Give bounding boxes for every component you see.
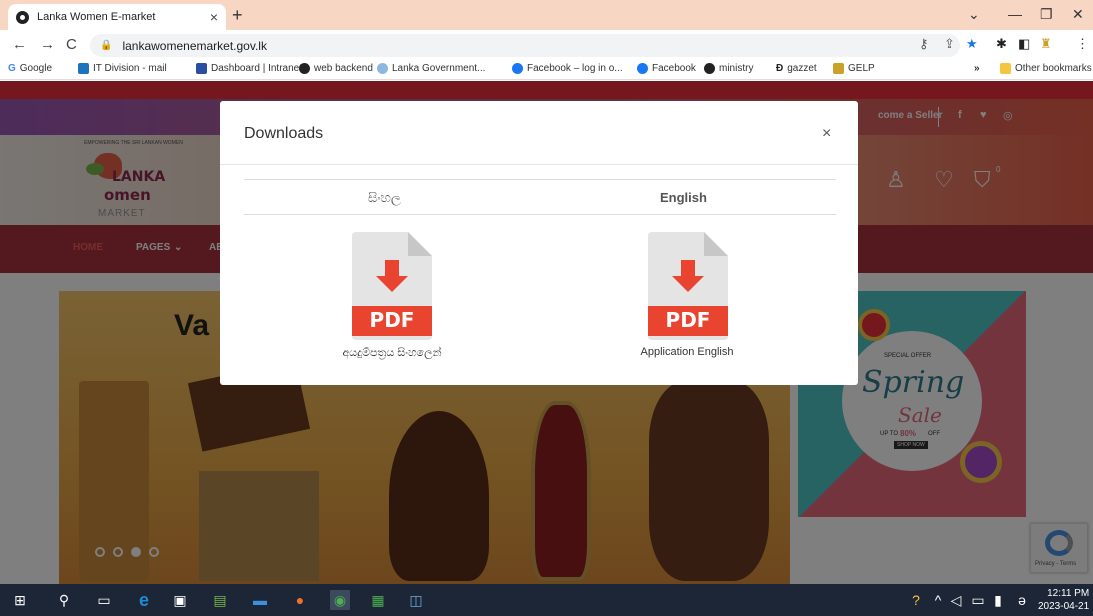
emblem-icon — [833, 63, 844, 74]
file-label-sinhala[interactable]: අයදුම්පත්‍රය සිංහලෙන් — [292, 347, 492, 360]
bookmark-web-backend[interactable]: web backend — [299, 63, 373, 74]
bookmark-dashboard[interactable]: Dashboard | Intranet — [196, 63, 302, 74]
pdf-badge: PDF — [665, 308, 711, 332]
globe-icon — [704, 63, 715, 74]
windows-start-icon[interactable]: ⊞ — [10, 590, 30, 610]
app-window-icon[interactable]: ◫ — [406, 590, 426, 610]
grid-icon — [196, 63, 207, 74]
bookmark-facebook[interactable]: Facebook — [637, 63, 696, 74]
column-english: English — [660, 190, 707, 205]
browser-tab[interactable]: Lanka Women E-market × — [8, 4, 226, 30]
file-label-english[interactable]: Application English — [587, 346, 787, 358]
clock-time: 12:11 PM — [1047, 588, 1090, 599]
lock-icon: 🔒 — [100, 40, 113, 51]
bookmark-gelp[interactable]: GELP — [833, 63, 875, 74]
facebook-icon — [512, 63, 523, 74]
folder-icon — [1000, 63, 1011, 74]
side-panel-icon[interactable]: ◧ — [1018, 36, 1030, 52]
bookmarks-overflow-button[interactable]: » — [974, 63, 980, 74]
password-key-icon[interactable]: ⚷ — [919, 36, 929, 52]
other-bookmarks[interactable]: Other bookmarks — [1000, 63, 1092, 74]
browser-tab-strip: Lanka Women E-market × + ⌄ — ❐ ✕ — [0, 0, 1093, 30]
minimize-button[interactable]: — — [1008, 6, 1022, 22]
bookmark-lanka-government[interactable]: Lanka Government... — [377, 63, 485, 74]
modal-title: Downloads — [244, 125, 324, 142]
close-icon[interactable]: × — [822, 125, 831, 143]
url-text: lankawomenemarket.gov.lk — [122, 38, 267, 53]
web-backend-icon — [299, 63, 310, 74]
notepad-icon[interactable]: ▤ — [210, 590, 230, 610]
bookmark-star-icon[interactable]: ★ — [966, 36, 978, 52]
search-icon[interactable]: ⚲ — [54, 590, 74, 610]
column-sinhala: සිංහල — [368, 190, 401, 205]
help-icon[interactable]: ? — [906, 590, 926, 610]
edge-icon[interactable]: e — [134, 590, 154, 610]
extensions-puzzle-icon[interactable]: ✱ — [996, 36, 1007, 52]
bookmark-facebook-login[interactable]: Facebook – log in o... — [512, 63, 623, 74]
divider — [220, 164, 858, 165]
bookmark-it-division[interactable]: IT Division - mail — [78, 63, 167, 74]
profile-emblem-icon[interactable]: ♜ — [1040, 36, 1052, 52]
forward-button[interactable]: → — [40, 36, 55, 53]
close-window-button[interactable]: ✕ — [1072, 6, 1084, 23]
reload-button[interactable]: C — [66, 36, 77, 53]
pdf-download-english[interactable]: PDF — [648, 232, 728, 340]
share-icon[interactable]: ⇪ — [944, 36, 955, 52]
menu-kebab-icon[interactable]: ⋮ — [1076, 36, 1089, 52]
bookmark-gazzet[interactable]: Ɖgazzet — [776, 63, 817, 74]
file-explorer-icon[interactable]: ▬ — [250, 590, 270, 610]
network-icon[interactable]: ▭ — [968, 590, 988, 610]
task-view-icon[interactable]: ▭ — [94, 590, 114, 610]
government-icon — [377, 63, 388, 74]
notification-icon[interactable]: ▮ — [988, 590, 1008, 610]
bookmark-ministry[interactable]: ministry — [704, 63, 753, 74]
tab-search-chevron-icon[interactable]: ⌄ — [968, 6, 980, 23]
pdf-download-sinhala[interactable]: PDF — [352, 232, 432, 340]
new-tab-button[interactable]: + — [232, 5, 243, 26]
spreadsheet-icon[interactable]: ▦ — [368, 590, 388, 610]
pdf-badge: PDF — [369, 308, 415, 332]
facebook-icon — [637, 63, 648, 74]
gazette-icon: Ɖ — [776, 63, 784, 74]
tab-title: Lanka Women E-market — [37, 11, 156, 23]
windows-taskbar: ⊞ ⚲ ▭ e ▣ ▤ ▬ ● ◉ ▦ ◫ ? ^ ◁ ▭ ▮ ə 12:11 … — [0, 584, 1093, 616]
google-icon: G — [8, 63, 16, 74]
firefox-icon[interactable]: ● — [290, 590, 310, 610]
bookmarks-bar: G Google IT Division - mail Dashboard | I… — [0, 60, 1093, 80]
downloads-modal: Downloads × සිංහල English PDF අයදුම්පත්‍… — [220, 101, 858, 385]
input-language-icon[interactable]: ə — [1012, 590, 1032, 610]
system-clock[interactable]: 12:11 PM 2023-04-21 — [1038, 587, 1089, 613]
close-tab-icon[interactable]: × — [210, 9, 218, 25]
tray-chevron-up-icon[interactable]: ^ — [928, 590, 948, 610]
restore-button[interactable]: ❐ — [1040, 6, 1053, 23]
chrome-icon[interactable]: ◉ — [330, 590, 350, 610]
site-favicon-icon — [16, 10, 29, 24]
store-icon[interactable]: ▣ — [170, 590, 190, 610]
bookmark-google[interactable]: G Google — [8, 63, 52, 74]
address-bar[interactable]: 🔒 lankawomenemarket.gov.lk — [90, 34, 960, 57]
outlook-icon — [78, 63, 89, 74]
back-button[interactable]: ← — [12, 36, 27, 53]
volume-icon[interactable]: ◁ — [946, 590, 966, 610]
browser-toolbar: ← → C 🔒 lankawomenemarket.gov.lk — [0, 30, 1093, 60]
language-header-row: සිංහල English — [244, 179, 836, 215]
clock-date: 2023-04-21 — [1038, 601, 1090, 612]
